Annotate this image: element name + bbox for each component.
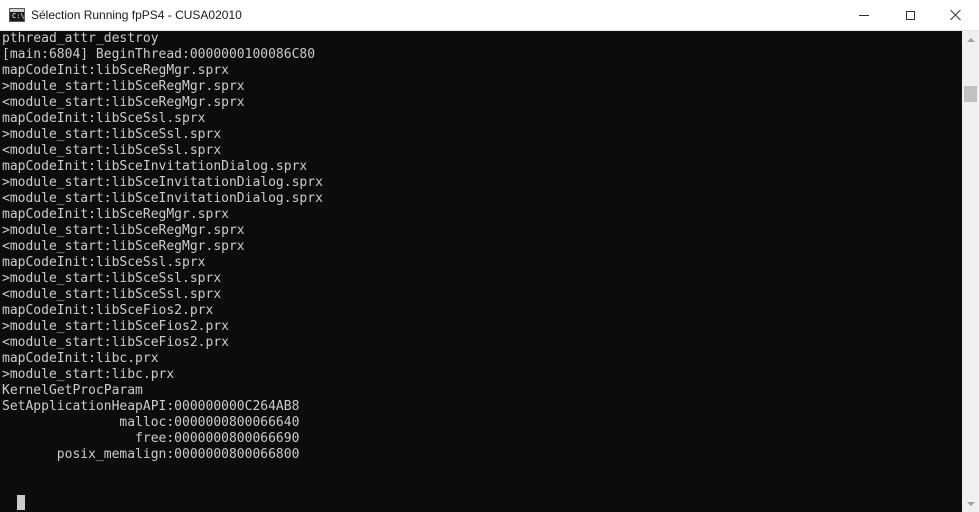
- scroll-thumb[interactable]: [964, 86, 977, 102]
- close-button[interactable]: [933, 0, 979, 30]
- console-line: mapCodeInit:libSceRegMgr.sprx: [2, 63, 229, 78]
- close-icon: [950, 9, 962, 21]
- minimize-icon: [859, 14, 869, 16]
- console-line: mapCodeInit:libc.prx: [2, 351, 159, 366]
- minimize-button[interactable]: [841, 0, 887, 30]
- console-line: pthread_attr_destroy: [2, 31, 159, 46]
- console-output[interactable]: pthread_attr_destroy [main:6804] BeginThr…: [0, 31, 962, 512]
- window-title: Sélection Running fpPS4 - CUSA02010: [31, 8, 242, 22]
- console-line: free:0000000800066690: [2, 431, 300, 446]
- console-line: >module_start:libSceRegMgr.sprx: [2, 223, 245, 238]
- console-line: posix_memalign:0000000800066800: [2, 447, 300, 462]
- console-window: C:\ Sélection Running fpPS4 - CUSA02010 …: [0, 0, 979, 512]
- vertical-scrollbar[interactable]: [962, 31, 979, 512]
- console-app-icon-text: C:\: [12, 12, 25, 20]
- console-line: >module_start:libSceSsl.sprx: [2, 271, 222, 286]
- console-line: <module_start:libSceRegMgr.sprx: [2, 239, 245, 254]
- maximize-button[interactable]: [887, 0, 933, 30]
- console-line: mapCodeInit:libSceRegMgr.sprx: [2, 207, 229, 222]
- console-line: KernelGetProcParam: [2, 383, 143, 398]
- console-line: <module_start:libSceSsl.sprx: [2, 287, 222, 302]
- console-lines: pthread_attr_destroy [main:6804] BeginThr…: [2, 31, 323, 463]
- console-line: malloc:0000000800066640: [2, 415, 300, 430]
- console-line: >module_start:libSceInvitationDialog.spr…: [2, 175, 323, 190]
- console-line: mapCodeInit:libSceSsl.sprx: [2, 255, 206, 270]
- console-line: >module_start:libSceRegMgr.sprx: [2, 79, 245, 94]
- console-app-icon[interactable]: C:\: [9, 8, 25, 22]
- console-line: >module_start:libSceSsl.sprx: [2, 127, 222, 142]
- console-line: mapCodeInit:libSceSsl.sprx: [2, 111, 206, 126]
- console-line: <module_start:libSceSsl.sprx: [2, 143, 222, 158]
- console-line: [main:6804] BeginThread:0000000100086C80: [2, 47, 316, 62]
- maximize-icon: [905, 10, 915, 20]
- text-cursor: [17, 495, 25, 510]
- console-line: >module_start:libSceFios2.prx: [2, 319, 229, 334]
- console-line: SetApplicationHeapAPI:000000000C264AB8: [2, 399, 300, 414]
- console-line: <module_start:libSceRegMgr.sprx: [2, 95, 245, 110]
- console-line: <module_start:libSceInvitationDialog.spr…: [2, 191, 323, 206]
- chevron-up-icon: [966, 37, 975, 42]
- chevron-down-icon: [966, 501, 975, 506]
- console-line: <module_start:libSceFios2.prx: [2, 335, 229, 350]
- console-line: mapCodeInit:libSceFios2.prx: [2, 303, 214, 318]
- title-bar[interactable]: C:\ Sélection Running fpPS4 - CUSA02010: [0, 0, 979, 31]
- console-line: >module_start:libc.prx: [2, 367, 175, 382]
- console-line: mapCodeInit:libSceInvitationDialog.sprx: [2, 159, 308, 174]
- scroll-up-button[interactable]: [962, 31, 979, 48]
- scroll-down-button[interactable]: [962, 495, 979, 512]
